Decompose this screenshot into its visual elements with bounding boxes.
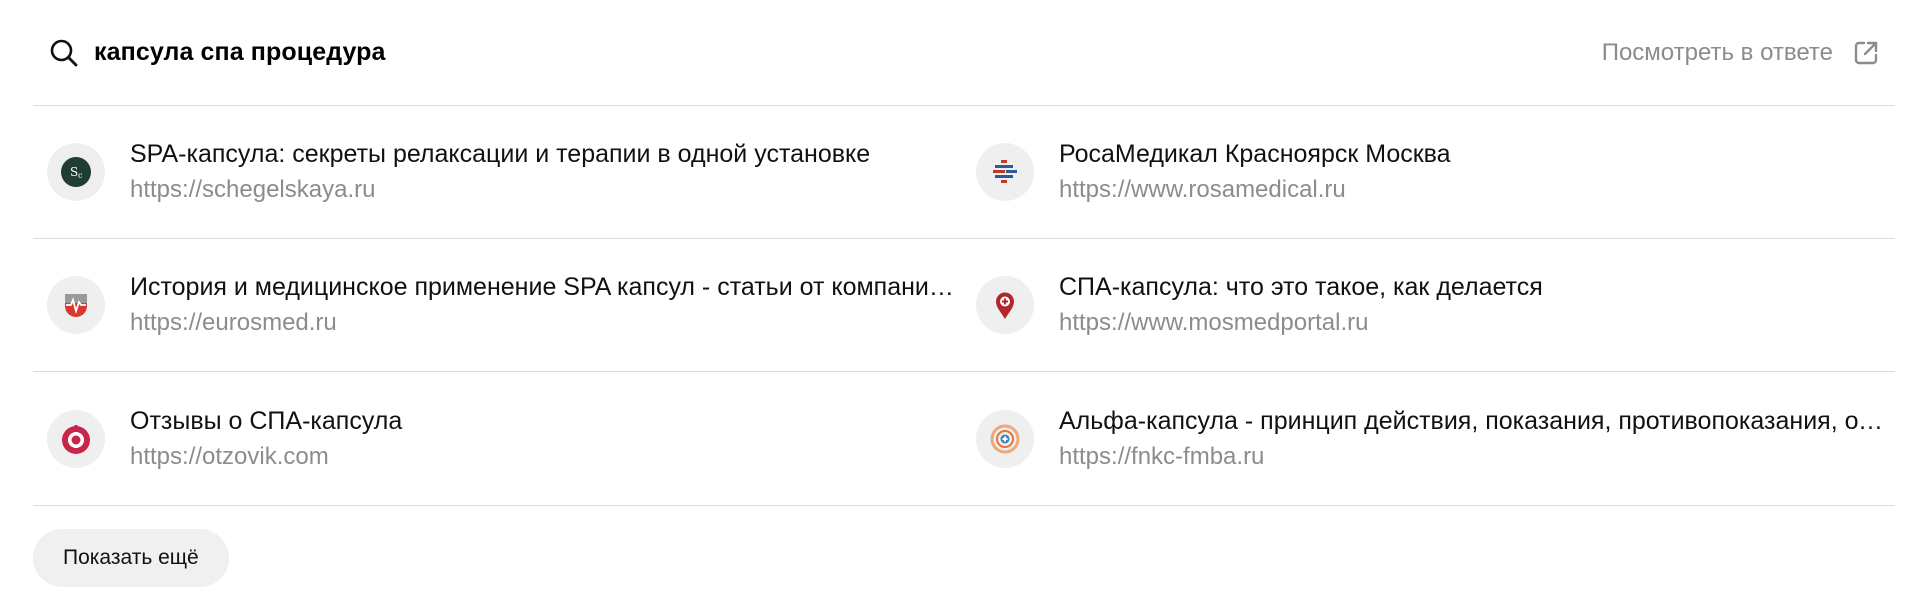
result-item[interactable]: Отзывы о СПА-капсула https://otzovik.com <box>33 372 964 505</box>
result-item[interactable]: S c SPA-капсула: секреты релаксации и те… <box>33 106 964 238</box>
schegelskaya-favicon-icon: S c <box>47 143 105 201</box>
search-query: капсула спа процедура <box>48 37 386 69</box>
result-url: https://eurosmed.ru <box>130 309 337 336</box>
result-title: Альфа-капсула - принцип действия, показа… <box>1059 406 1885 435</box>
results-row: S c SPA-капсула: секреты релаксации и те… <box>33 106 1895 239</box>
view-in-answer-label: Посмотреть в ответе <box>1601 38 1833 66</box>
result-item[interactable]: История и медицинское применение SPA кап… <box>33 239 964 371</box>
show-more-area: Показать ещё <box>33 506 1895 587</box>
svg-text:c: c <box>78 171 83 180</box>
result-title: СПА-капсула: что это такое, как делается <box>1059 273 1543 301</box>
otzovik-favicon-icon <box>47 409 105 468</box>
result-item[interactable]: РосаМедикал Красноярск Москва https://ww… <box>964 106 1895 238</box>
svg-text:S: S <box>70 165 78 179</box>
rosamedical-favicon-icon <box>976 143 1034 201</box>
result-item[interactable]: Альфа-капсула - принцип действия, показа… <box>964 372 1895 505</box>
show-more-button[interactable]: Показать ещё <box>33 529 229 587</box>
results-row: История и медицинское применение SPA кап… <box>33 239 1895 372</box>
result-url: https://fnkc-fmba.ru <box>1059 442 1265 470</box>
result-title: SPA-капсула: секреты релаксации и терапи… <box>130 140 871 168</box>
results-grid: S c SPA-капсула: секреты релаксации и те… <box>33 106 1895 506</box>
result-item[interactable]: СПА-капсула: что это такое, как делается… <box>964 239 1895 371</box>
result-title: Отзывы о СПА-капсула <box>130 406 403 435</box>
query-text: капсула спа процедура <box>94 38 386 66</box>
result-url: https://otzovik.com <box>130 442 329 470</box>
mosmedportal-favicon-icon <box>976 276 1034 334</box>
result-url: https://www.mosmedportal.ru <box>1059 309 1369 336</box>
results-row: Отзывы о СПА-капсула https://otzovik.com… <box>33 372 1895 506</box>
result-title: РосаМедикал Красноярск Москва <box>1059 140 1451 168</box>
eurosmed-favicon-icon <box>47 276 105 334</box>
sources-panel: капсула спа процедура Посмотреть в ответ… <box>33 0 1895 587</box>
result-title: История и медицинское применение SPA кап… <box>130 273 954 301</box>
view-in-answer-link[interactable]: Посмотреть в ответе <box>1602 38 1881 68</box>
external-link-icon <box>1851 38 1881 68</box>
search-icon <box>48 37 80 69</box>
result-url: https://www.rosamedical.ru <box>1059 176 1346 203</box>
fnkc-fmba-favicon-icon <box>976 409 1034 468</box>
sources-header: капсула спа процедура Посмотреть в ответ… <box>33 0 1895 106</box>
result-url: https://schegelskaya.ru <box>130 176 376 203</box>
